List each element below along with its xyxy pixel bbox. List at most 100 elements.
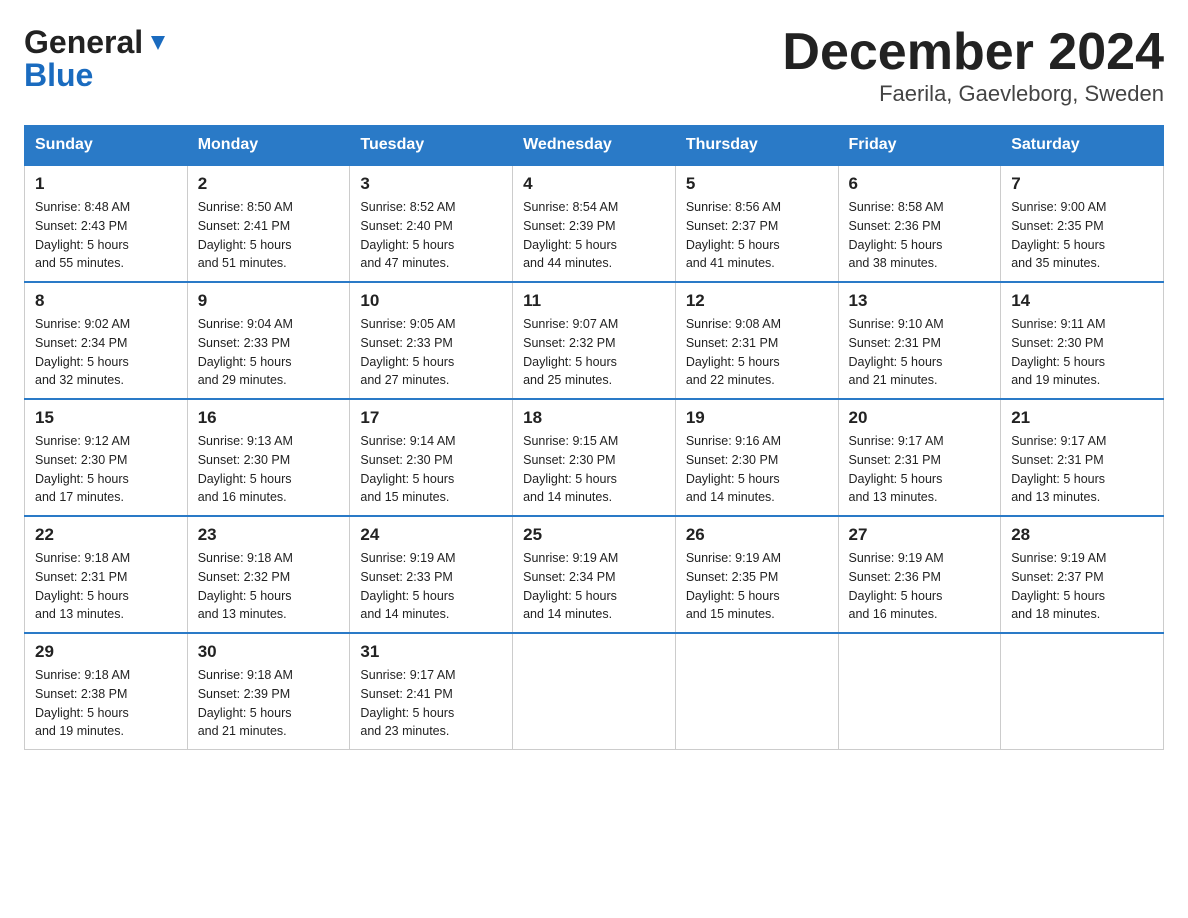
calendar-cell: 27 Sunrise: 9:19 AMSunset: 2:36 PMDayligh… (838, 516, 1001, 633)
day-number: 12 (686, 291, 828, 311)
title-block: December 2024 Faerila, Gaevleborg, Swede… (782, 24, 1164, 107)
day-number: 6 (849, 174, 991, 194)
day-number: 22 (35, 525, 177, 545)
calendar-table: SundayMondayTuesdayWednesdayThursdayFrid… (24, 125, 1164, 750)
calendar-cell: 26Sunrise: 9:19 AMSunset: 2:35 PMDayligh… (675, 516, 838, 633)
day-info: Sunrise: 9:04 AMSunset: 2:33 PMDaylight:… (198, 315, 340, 390)
day-number: 19 (686, 408, 828, 428)
calendar-cell: 13Sunrise: 9:10 AMSunset: 2:31 PMDayligh… (838, 282, 1001, 399)
header-cell-sunday: Sunday (25, 126, 188, 166)
calendar-cell: 24 Sunrise: 9:19 AMSunset: 2:33 PMDayligh… (350, 516, 513, 633)
day-info: Sunrise: 9:07 AMSunset: 2:32 PMDaylight:… (523, 315, 665, 390)
calendar-cell: 20 Sunrise: 9:17 AMSunset: 2:31 PMDayligh… (838, 399, 1001, 516)
calendar-header: SundayMondayTuesdayWednesdayThursdayFrid… (25, 126, 1164, 166)
day-number: 24 (360, 525, 502, 545)
logo: General Blue (24, 24, 169, 94)
day-info: Sunrise: 9:11 AMSunset: 2:30 PMDaylight:… (1011, 315, 1153, 390)
page-header: General Blue December 2024 Faerila, Gaev… (24, 24, 1164, 107)
day-number: 18 (523, 408, 665, 428)
week-row-2: 8 Sunrise: 9:02 AMSunset: 2:34 PMDaylight… (25, 282, 1164, 399)
day-number: 30 (198, 642, 340, 662)
day-number: 15 (35, 408, 177, 428)
day-number: 31 (360, 642, 502, 662)
day-info: Sunrise: 9:02 AMSunset: 2:34 PMDaylight:… (35, 315, 177, 390)
day-number: 14 (1011, 291, 1153, 311)
day-info: Sunrise: 9:08 AMSunset: 2:31 PMDaylight:… (686, 315, 828, 390)
calendar-cell: 5Sunrise: 8:56 AMSunset: 2:37 PMDaylight… (675, 165, 838, 282)
day-number: 5 (686, 174, 828, 194)
calendar-cell: 8 Sunrise: 9:02 AMSunset: 2:34 PMDaylight… (25, 282, 188, 399)
header-cell-friday: Friday (838, 126, 1001, 166)
day-info: Sunrise: 8:54 AMSunset: 2:39 PMDaylight:… (523, 198, 665, 273)
day-info: Sunrise: 9:14 AMSunset: 2:30 PMDaylight:… (360, 432, 502, 507)
header-row: SundayMondayTuesdayWednesdayThursdayFrid… (25, 126, 1164, 166)
header-cell-wednesday: Wednesday (513, 126, 676, 166)
day-info: Sunrise: 9:19 AMSunset: 2:33 PMDaylight:… (360, 549, 502, 624)
calendar-cell: 1Sunrise: 8:48 AMSunset: 2:43 PMDaylight… (25, 165, 188, 282)
day-number: 11 (523, 291, 665, 311)
header-cell-monday: Monday (187, 126, 350, 166)
calendar-cell: 22 Sunrise: 9:18 AMSunset: 2:31 PMDayligh… (25, 516, 188, 633)
logo-arrow-icon (147, 32, 169, 54)
day-info: Sunrise: 9:17 AMSunset: 2:41 PMDaylight:… (360, 666, 502, 741)
calendar-cell: 28 Sunrise: 9:19 AMSunset: 2:37 PMDayligh… (1001, 516, 1164, 633)
day-number: 29 (35, 642, 177, 662)
header-cell-thursday: Thursday (675, 126, 838, 166)
day-number: 27 (849, 525, 991, 545)
day-number: 23 (198, 525, 340, 545)
day-info: Sunrise: 9:18 AMSunset: 2:31 PMDaylight:… (35, 549, 177, 624)
header-cell-tuesday: Tuesday (350, 126, 513, 166)
calendar-cell: 15 Sunrise: 9:12 AMSunset: 2:30 PMDayligh… (25, 399, 188, 516)
calendar-cell: 2 Sunrise: 8:50 AMSunset: 2:41 PMDaylight… (187, 165, 350, 282)
day-info: Sunrise: 9:19 AMSunset: 2:36 PMDaylight:… (849, 549, 991, 624)
week-row-1: 1Sunrise: 8:48 AMSunset: 2:43 PMDaylight… (25, 165, 1164, 282)
day-number: 9 (198, 291, 340, 311)
calendar-cell (513, 633, 676, 750)
day-info: Sunrise: 9:17 AMSunset: 2:31 PMDaylight:… (849, 432, 991, 507)
calendar-cell: 6 Sunrise: 8:58 AMSunset: 2:36 PMDaylight… (838, 165, 1001, 282)
day-info: Sunrise: 9:19 AMSunset: 2:34 PMDaylight:… (523, 549, 665, 624)
day-number: 16 (198, 408, 340, 428)
calendar-cell: 29Sunrise: 9:18 AMSunset: 2:38 PMDayligh… (25, 633, 188, 750)
calendar-subtitle: Faerila, Gaevleborg, Sweden (782, 81, 1164, 107)
day-number: 4 (523, 174, 665, 194)
calendar-cell: 23Sunrise: 9:18 AMSunset: 2:32 PMDayligh… (187, 516, 350, 633)
day-number: 21 (1011, 408, 1153, 428)
calendar-cell: 14 Sunrise: 9:11 AMSunset: 2:30 PMDayligh… (1001, 282, 1164, 399)
day-number: 8 (35, 291, 177, 311)
day-info: Sunrise: 9:15 AMSunset: 2:30 PMDaylight:… (523, 432, 665, 507)
day-info: Sunrise: 9:13 AMSunset: 2:30 PMDaylight:… (198, 432, 340, 507)
calendar-cell: 19Sunrise: 9:16 AMSunset: 2:30 PMDayligh… (675, 399, 838, 516)
day-number: 28 (1011, 525, 1153, 545)
day-number: 13 (849, 291, 991, 311)
day-info: Sunrise: 8:50 AMSunset: 2:41 PMDaylight:… (198, 198, 340, 273)
calendar-cell (1001, 633, 1164, 750)
day-info: Sunrise: 8:48 AMSunset: 2:43 PMDaylight:… (35, 198, 177, 273)
calendar-cell: 7 Sunrise: 9:00 AMSunset: 2:35 PMDaylight… (1001, 165, 1164, 282)
calendar-cell: 12 Sunrise: 9:08 AMSunset: 2:31 PMDayligh… (675, 282, 838, 399)
calendar-title: December 2024 (782, 24, 1164, 81)
week-row-4: 22 Sunrise: 9:18 AMSunset: 2:31 PMDayligh… (25, 516, 1164, 633)
calendar-cell (675, 633, 838, 750)
day-info: Sunrise: 9:12 AMSunset: 2:30 PMDaylight:… (35, 432, 177, 507)
calendar-cell: 30Sunrise: 9:18 AMSunset: 2:39 PMDayligh… (187, 633, 350, 750)
calendar-cell: 9 Sunrise: 9:04 AMSunset: 2:33 PMDaylight… (187, 282, 350, 399)
day-info: Sunrise: 9:19 AMSunset: 2:37 PMDaylight:… (1011, 549, 1153, 624)
calendar-cell: 4 Sunrise: 8:54 AMSunset: 2:39 PMDaylight… (513, 165, 676, 282)
day-number: 10 (360, 291, 502, 311)
calendar-cell: 3Sunrise: 8:52 AMSunset: 2:40 PMDaylight… (350, 165, 513, 282)
day-info: Sunrise: 8:58 AMSunset: 2:36 PMDaylight:… (849, 198, 991, 273)
day-number: 2 (198, 174, 340, 194)
calendar-cell: 31 Sunrise: 9:17 AMSunset: 2:41 PMDayligh… (350, 633, 513, 750)
day-number: 20 (849, 408, 991, 428)
day-info: Sunrise: 9:17 AMSunset: 2:31 PMDaylight:… (1011, 432, 1153, 507)
calendar-cell: 11 Sunrise: 9:07 AMSunset: 2:32 PMDayligh… (513, 282, 676, 399)
day-info: Sunrise: 9:00 AMSunset: 2:35 PMDaylight:… (1011, 198, 1153, 273)
calendar-cell: 10 Sunrise: 9:05 AMSunset: 2:33 PMDayligh… (350, 282, 513, 399)
logo-blue-text: Blue (24, 57, 169, 94)
day-info: Sunrise: 9:05 AMSunset: 2:33 PMDaylight:… (360, 315, 502, 390)
calendar-body: 1Sunrise: 8:48 AMSunset: 2:43 PMDaylight… (25, 165, 1164, 750)
day-number: 7 (1011, 174, 1153, 194)
day-number: 17 (360, 408, 502, 428)
calendar-cell: 21 Sunrise: 9:17 AMSunset: 2:31 PMDayligh… (1001, 399, 1164, 516)
